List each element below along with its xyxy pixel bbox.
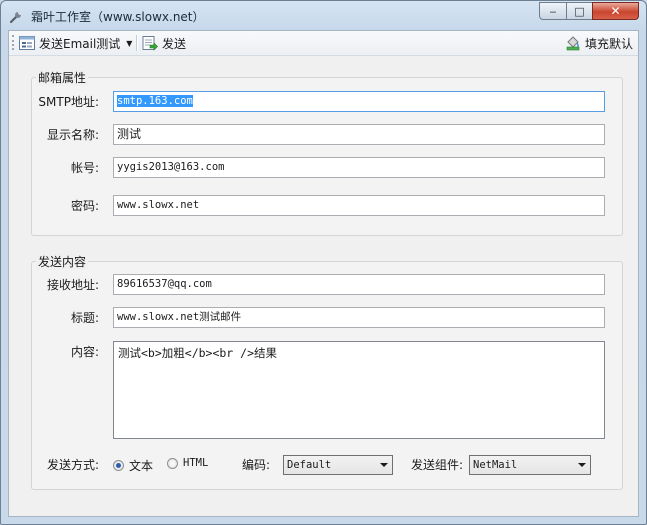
radio-html-label: HTML <box>183 457 209 469</box>
send-component-value: NetMail <box>473 459 518 471</box>
send-button[interactable]: 发送 <box>142 33 186 53</box>
password-label: 密码: <box>70 199 99 213</box>
account-input[interactable]: yygis2013@163.com <box>113 157 605 178</box>
wrench-app-icon <box>9 12 21 24</box>
maximize-icon: □ <box>574 4 585 18</box>
display-name-label: 显示名称: <box>46 128 99 142</box>
mailbox-properties-title: 邮箱属性 <box>36 69 89 86</box>
window-title: 霜叶工作室（www.slowx.net） <box>31 10 205 24</box>
application-window: 霜叶工作室（www.slowx.net） ‒ □ ✕ 发送Email测试 ▼ 发… <box>0 0 647 525</box>
chevron-down-icon <box>578 463 586 467</box>
subject-label: 标题: <box>70 311 99 325</box>
body-textarea[interactable]: 测试<b>加粗</b><br />结果 <box>113 341 605 439</box>
toolbar: 发送Email测试 ▼ 发送 填充默认 <box>9 31 638 56</box>
account-label: 帐号: <box>70 161 99 175</box>
recipient-label: 接收地址: <box>46 278 99 292</box>
encoding-label: 编码: <box>241 458 270 472</box>
encoding-value: Default <box>287 459 332 471</box>
toolbar-grip[interactable] <box>12 35 16 50</box>
chevron-down-icon: ▼ <box>126 38 133 48</box>
recipient-input[interactable]: 89616537@qq.com <box>113 274 605 295</box>
smtp-label: SMTP地址: <box>38 95 99 109</box>
radio-html[interactable]: HTML <box>167 457 208 469</box>
password-input[interactable]: www.slowx.net <box>113 195 605 216</box>
maximize-button[interactable]: □ <box>566 2 593 20</box>
smtp-address-input[interactable]: smtp.163.com <box>113 91 605 112</box>
send-email-test-dropdown[interactable]: 发送Email测试 ▼ <box>19 33 132 53</box>
radio-text[interactable]: 文本 <box>113 457 153 474</box>
send-mode-radio-group: 文本 HTML <box>113 457 233 473</box>
minimize-button[interactable]: ‒ <box>539 2 567 20</box>
minimize-icon: ‒ <box>549 4 557 18</box>
toolbar-separator <box>136 35 138 51</box>
paint-bucket-icon <box>566 36 580 51</box>
encoding-select[interactable]: Default <box>283 455 393 475</box>
smtp-address-value: smtp.163.com <box>117 95 193 107</box>
send-icon <box>142 36 158 51</box>
subject-input[interactable]: www.slowx.net测试邮件 <box>113 307 605 328</box>
close-button[interactable]: ✕ <box>592 2 639 20</box>
display-name-input[interactable]: 测试 <box>113 124 605 145</box>
send-content-title: 发送内容 <box>36 253 89 270</box>
client-area: 发送Email测试 ▼ 发送 填充默认 邮箱属性 SMTP地址: smtp.16… <box>8 30 639 517</box>
send-email-test-label: 发送Email测试 <box>39 36 121 51</box>
chevron-down-icon <box>380 463 388 467</box>
fill-default-label: 填充默认 <box>585 36 634 51</box>
form-icon <box>19 36 35 50</box>
radio-text-indicator <box>113 460 124 471</box>
radio-text-label: 文本 <box>129 459 154 473</box>
send-component-label: 发送组件: <box>410 458 463 472</box>
radio-html-indicator <box>167 457 178 469</box>
title-bar[interactable]: 霜叶工作室（www.slowx.net） ‒ □ ✕ <box>1 1 646 30</box>
fill-default-button[interactable]: 填充默认 <box>565 33 633 53</box>
send-label: 发送 <box>162 36 187 51</box>
send-mode-label: 发送方式: <box>46 458 99 472</box>
send-component-select[interactable]: NetMail <box>469 455 591 475</box>
close-icon: ✕ <box>610 4 621 18</box>
body-label: 内容: <box>70 345 99 359</box>
